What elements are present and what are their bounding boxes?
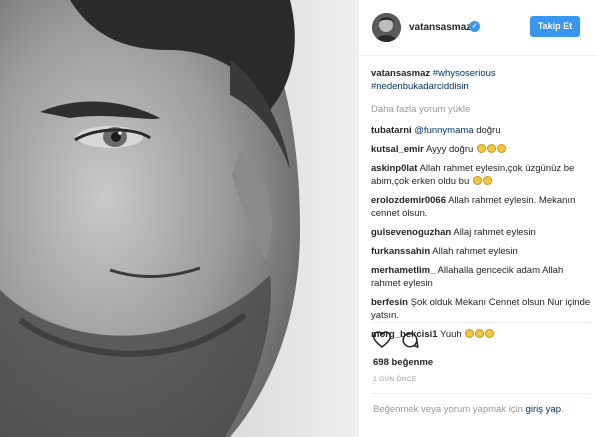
sad-emoji-icon [485,329,495,338]
post-side-panel: vatansasmaz ✓ Takip Et vatansasmaz #whys… [358,0,598,437]
comment-item: gulsevenoguzhan Allaj rahmet eylesin [371,226,593,239]
instagram-post: vatansasmaz ✓ Takip Et vatansasmaz #whys… [0,0,598,437]
comment-text: Ayyy doğru [425,144,474,155]
comment-text: doğru [473,125,501,136]
comment-username[interactable]: tubatarni [371,125,412,136]
comment-item: askinp0lat Allah rahmet eylesin,çok üzgü… [371,162,593,188]
comment-username[interactable]: kutsal_emir [371,144,424,155]
comment-bubble-icon[interactable] [401,331,419,349]
login-prompt-text: Beğenmek veya yorum yapmak için [373,404,523,415]
sad-emoji-icon [465,329,475,338]
comment-item: berfesin Şok olduk Mekanı Cennet olsun N… [371,296,593,322]
portrait-image [0,0,358,437]
load-more-comments-link[interactable]: Daha fazla yorum yükle [371,104,593,115]
comment-item: tubatarni @funnymama doğru [371,124,593,137]
avatar-image [372,13,401,42]
comment-username[interactable]: askinp0lat [371,163,417,174]
crying-emoji-icon [486,144,496,153]
comments-list: vatansasmaz #whysoserious #nedenbukadarc… [371,67,593,347]
comment-username[interactable]: furkanssahin [371,246,430,257]
sad-emoji-icon [482,176,492,185]
post-timestamp: 2 GÜN ÖNCE [373,376,417,383]
likes-count[interactable]: 698 beğenme [373,357,433,368]
comment-username[interactable]: berfesin [371,297,408,308]
comment-text: Yuuh [440,329,462,340]
comment-item: furkanssahin Allah rahmet eylesin [371,245,593,258]
login-link[interactable]: giriş yap [526,404,561,415]
avatar[interactable] [372,13,401,42]
comment-item: erolozdemir0066 Allah rahmet eylesin. Me… [371,194,593,220]
comment-item: kutsal_emir Ayyy doğru [371,143,593,156]
header-username[interactable]: vatansasmaz [409,22,471,33]
heart-icon[interactable] [373,331,391,348]
mention-link[interactable]: @funnymama [414,125,473,136]
comment-item: merhametlim_ Allahalla gencecik adam All… [371,264,593,290]
sad-emoji-icon [475,329,485,338]
comment-text: Allaj rahmet eylesin [453,227,536,238]
divider [371,322,591,323]
comment-username[interactable]: merhametlim_ [371,265,435,276]
login-prompt-suffix: . [560,404,564,415]
follow-button[interactable]: Takip Et [530,16,580,37]
caption: vatansasmaz #whysoserious #nedenbukadarc… [371,67,593,93]
comment-username[interactable]: erolozdemir0066 [371,195,446,206]
comment-username[interactable]: gulsevenoguzhan [371,227,451,238]
login-prompt: Beğenmek veya yorum yapmak için giriş ya… [373,403,587,416]
comment-text: Allah rahmet eylesin [432,246,518,257]
crying-emoji-icon [496,144,506,153]
crying-emoji-icon [476,144,486,153]
hashtag-link[interactable]: #whysoserious [433,68,496,79]
divider [371,393,591,394]
caption-username[interactable]: vatansasmaz [371,68,430,79]
verified-badge-icon: ✓ [469,21,480,32]
post-photo[interactable] [0,0,358,437]
sad-emoji-icon [472,176,482,185]
hashtag-link[interactable]: #nedenbukadarciddisin [371,81,469,92]
post-header: vatansasmaz ✓ Takip Et [359,0,598,56]
